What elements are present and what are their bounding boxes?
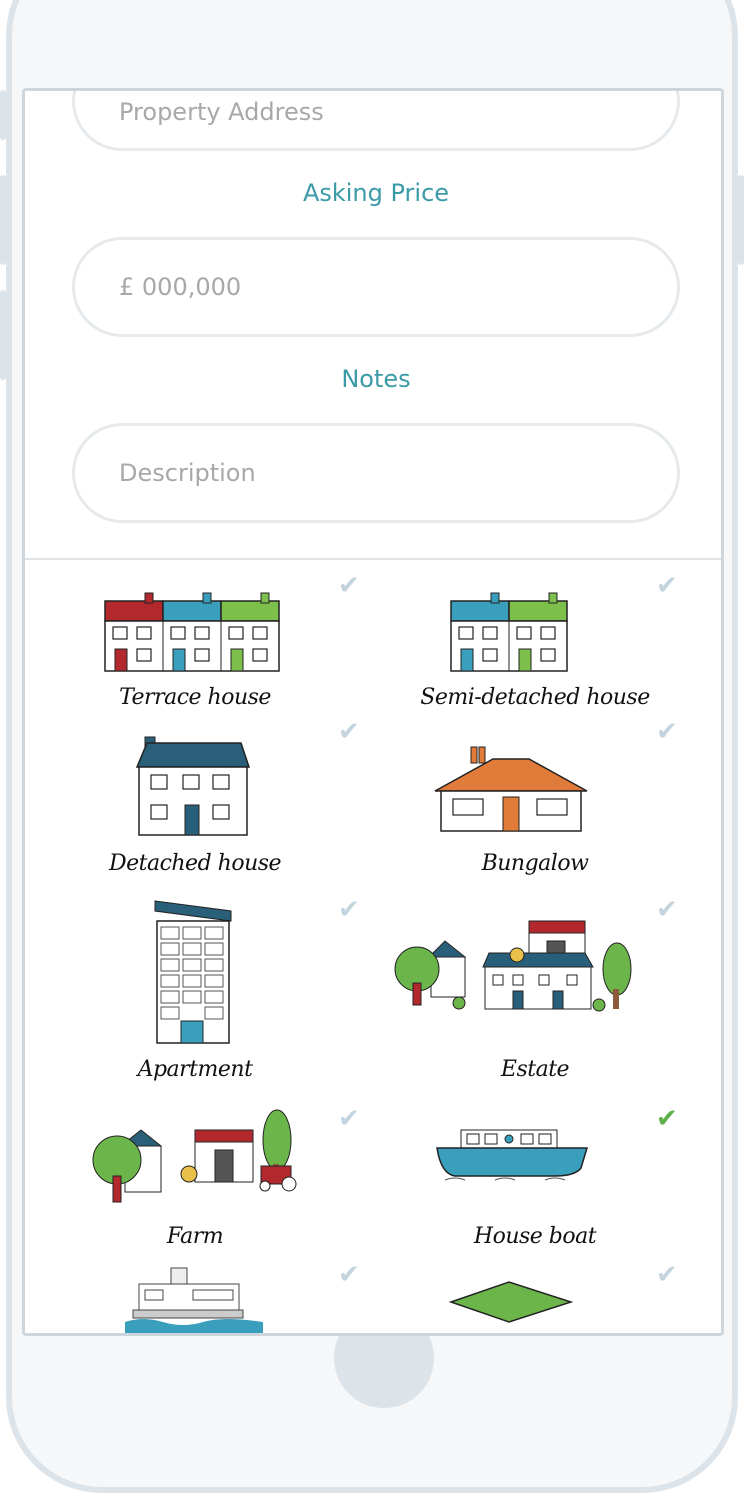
notes-label: Notes (341, 365, 411, 393)
check-icon: ✔ (656, 895, 678, 925)
house-boat-icon (436, 1129, 589, 1181)
description-field[interactable]: Description (72, 423, 680, 523)
power-button (738, 175, 744, 265)
farm-icon (92, 1109, 297, 1203)
check-icon: ✔ (338, 1260, 360, 1290)
property-type-estate[interactable]: ✔ Estate (365, 891, 705, 1082)
property-address-placeholder: Property Address (119, 98, 324, 126)
property-type-semi-detached-house[interactable]: ✔ Semi-detached house (365, 571, 705, 721)
property-type-label: House boat (473, 1224, 597, 1249)
waterfront-building-icon (125, 1267, 263, 1333)
property-type-label: Detached house (108, 851, 282, 876)
asking-price-placeholder: £ 000,000 (119, 273, 242, 301)
check-icon: ✔ (338, 1104, 360, 1134)
check-icon: ✔ (656, 717, 678, 747)
check-icon: ✔ (656, 1104, 678, 1134)
land-plot-icon (449, 1281, 573, 1323)
check-icon: ✔ (338, 895, 360, 925)
check-icon: ✔ (656, 571, 678, 601)
property-type-label: Apartment (137, 1057, 253, 1082)
property-type-apartment[interactable]: ✔ Apartment (25, 891, 365, 1082)
property-type-label: Estate (500, 1057, 570, 1082)
property-type-land[interactable]: ✔ (365, 1256, 705, 1333)
description-placeholder: Description (119, 459, 256, 487)
apartment-icon (154, 900, 232, 1044)
bungalow-icon (434, 746, 588, 832)
property-type-label: Semi-detached house (420, 685, 650, 710)
property-type-farm[interactable]: ✔ Farm (25, 1096, 365, 1256)
estate-icon (394, 920, 632, 1012)
property-type-bungalow[interactable]: ✔ Bungalow (365, 717, 705, 881)
check-icon: ✔ (338, 717, 360, 747)
property-type-house-boat[interactable]: ✔ House boat (365, 1096, 705, 1256)
property-type-label: Bungalow (481, 851, 589, 876)
volume-up-button (0, 175, 6, 265)
property-type-detached-house[interactable]: ✔ Detached house (25, 717, 365, 881)
terrace-house-icon (104, 592, 280, 672)
asking-price-field[interactable]: £ 000,000 (72, 237, 680, 337)
semi-detached-house-icon (450, 592, 568, 672)
divider (25, 558, 721, 560)
asking-price-label: Asking Price (302, 179, 450, 207)
check-icon: ✔ (656, 1260, 678, 1290)
property-address-field[interactable]: Property Address (72, 91, 680, 151)
detached-house-icon (135, 736, 251, 836)
property-type-label: Terrace house (119, 685, 271, 710)
mute-switch (0, 90, 6, 140)
property-type-waterfront[interactable]: ✔ (25, 1256, 365, 1333)
app-screen: Property Address Asking Price £ 000,000 … (22, 88, 724, 1336)
property-type-label: Farm (166, 1224, 224, 1249)
check-icon: ✔ (338, 571, 360, 601)
volume-down-button (0, 290, 6, 380)
property-type-terrace-house[interactable]: ✔ Terrace house (25, 571, 365, 721)
